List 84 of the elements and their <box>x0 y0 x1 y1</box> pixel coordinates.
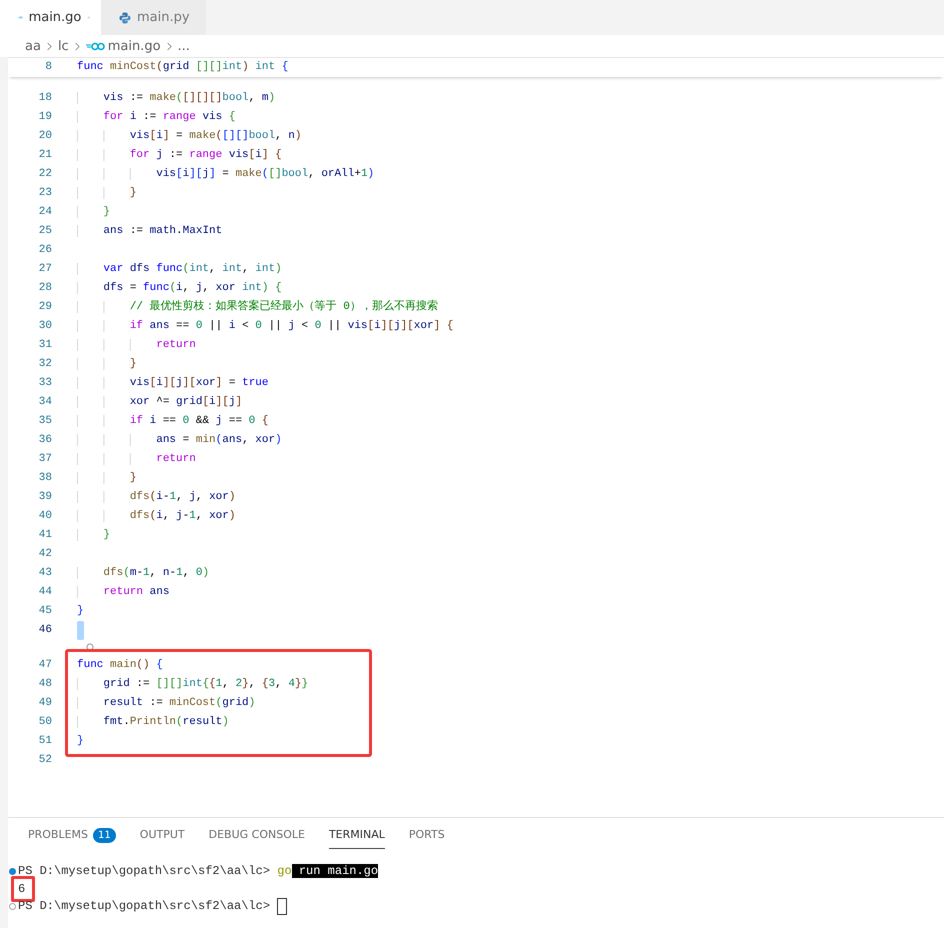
line-number: 34 <box>38 395 52 410</box>
breadcrumb-item[interactable]: main.go <box>86 38 161 54</box>
status-dot <box>9 868 16 875</box>
count-badge: 11 <box>93 828 116 843</box>
breadcrumb-item[interactable]: ... <box>178 38 190 54</box>
line-number: 29 <box>38 300 52 315</box>
line-number: 39 <box>38 490 52 505</box>
code-line: } <box>77 526 110 545</box>
line-number: 44 <box>38 585 52 600</box>
status-dot <box>9 903 16 910</box>
terminal-line: PS D:\mysetup\gopath\src\sf2\aa\lc> go run main.go <box>18 863 378 880</box>
line-number: 23 <box>38 186 52 201</box>
code-line: return <box>77 450 196 469</box>
code-line: dfs = func(i, j, xor int) { <box>77 279 282 298</box>
code-line: return <box>77 336 196 355</box>
line-number: 42 <box>38 547 52 562</box>
line-number: 40 <box>38 509 52 524</box>
line-number: 37 <box>38 452 52 467</box>
code-line: dfs(i-1, j, xor) <box>77 488 236 507</box>
python-logo-icon <box>119 12 131 24</box>
code-line: dfs(m-1, n-1, 0) <box>77 564 210 583</box>
code-line: ans := math.MaxInt <box>77 222 222 241</box>
line-number: 45 <box>38 604 52 619</box>
code-line: if ans == 0 || i < 0 || j < 0 || vis[i][j][xor] { <box>77 317 454 336</box>
breadcrumb-item[interactable]: lc <box>58 38 69 54</box>
line-number: 32 <box>38 357 52 372</box>
line-number: 19 <box>38 110 52 125</box>
code-line: vis[i][j] = make([]bool, orAll+1) <box>77 165 374 184</box>
line-number: 38 <box>38 471 52 486</box>
code-line: vis := make([][][]bool, m) <box>77 89 276 108</box>
code-line: // 最优性剪枝：如果答案已经最小（等于 0），那么不再搜索 <box>77 298 438 317</box>
code-line: xor ^= grid[i][j] <box>77 393 242 412</box>
code-line: grid := [][]int{{1, 2}, {3, 4}} <box>77 675 308 694</box>
line-number: 41 <box>38 528 52 543</box>
panel-tab[interactable]: OUTPUT <box>140 828 185 849</box>
panel-tab[interactable]: PROBLEMS 11 <box>28 828 116 849</box>
line-number: 33 <box>38 376 52 391</box>
line-number: 35 <box>38 414 52 429</box>
code-line: dfs(i, j-1, xor) <box>77 507 236 526</box>
breadcrumb-item[interactable]: aa <box>25 38 41 54</box>
line-number: 43 <box>38 566 52 581</box>
line-number: 22 <box>38 167 52 182</box>
line-number: 21 <box>38 148 52 163</box>
line-number: 51 <box>38 734 52 749</box>
code-line: ans = min(ans, xor) <box>77 431 282 450</box>
code-line: } <box>77 604 84 619</box>
line-number: 30 <box>38 319 52 334</box>
line-number: 50 <box>38 715 52 730</box>
line-number: 27 <box>38 262 52 277</box>
code-line: return ans <box>77 583 170 602</box>
editor-tab[interactable]: main.py <box>101 0 206 35</box>
code-line: } <box>77 203 110 222</box>
line-number: 48 <box>38 677 52 692</box>
terminal-line: PS D:\mysetup\gopath\src\sf2\aa\lc> <box>18 898 272 916</box>
go-logo-icon <box>86 42 105 50</box>
code-line: result := minCost(grid) <box>77 694 256 713</box>
line-number: 26 <box>38 243 52 258</box>
panel-tab[interactable]: DEBUG CONSOLE <box>208 828 305 849</box>
line-number: 24 <box>38 205 52 220</box>
code-line: for j := range vis[i] { <box>77 146 282 165</box>
line-number: 52 <box>38 753 52 768</box>
line-number: 18 <box>38 91 52 106</box>
panel-tab[interactable]: PORTS <box>408 828 445 849</box>
line-number: 46 <box>38 623 52 638</box>
terminal-line: 6 <box>18 880 26 898</box>
code-line: vis[i] = make([][]bool, n) <box>77 127 302 146</box>
code-line: for i := range vis { <box>77 108 236 127</box>
line-number: 31 <box>38 338 52 353</box>
line-number: 25 <box>38 224 52 239</box>
line-number: 20 <box>38 129 52 144</box>
code-line: } <box>77 734 84 749</box>
line-number: 47 <box>38 658 52 673</box>
editor-tab[interactable]: main.go <box>0 0 101 35</box>
code-line: func main() { <box>77 658 163 673</box>
line-number: 49 <box>38 696 52 711</box>
code-line: var dfs func(int, int, int) <box>77 260 282 279</box>
line-number: 8 <box>44 60 52 75</box>
line-number: 28 <box>38 281 52 296</box>
line-number: 36 <box>38 433 52 448</box>
code-line: func minCost(grid [][]int) int { <box>77 60 288 75</box>
code-line: if i == 0 && j == 0 { <box>77 412 268 431</box>
panel-tab[interactable]: TERMINAL <box>328 828 385 849</box>
code-line: fmt.Println(result) <box>77 713 229 732</box>
code-line: vis[i][j][xor] = true <box>77 374 268 393</box>
